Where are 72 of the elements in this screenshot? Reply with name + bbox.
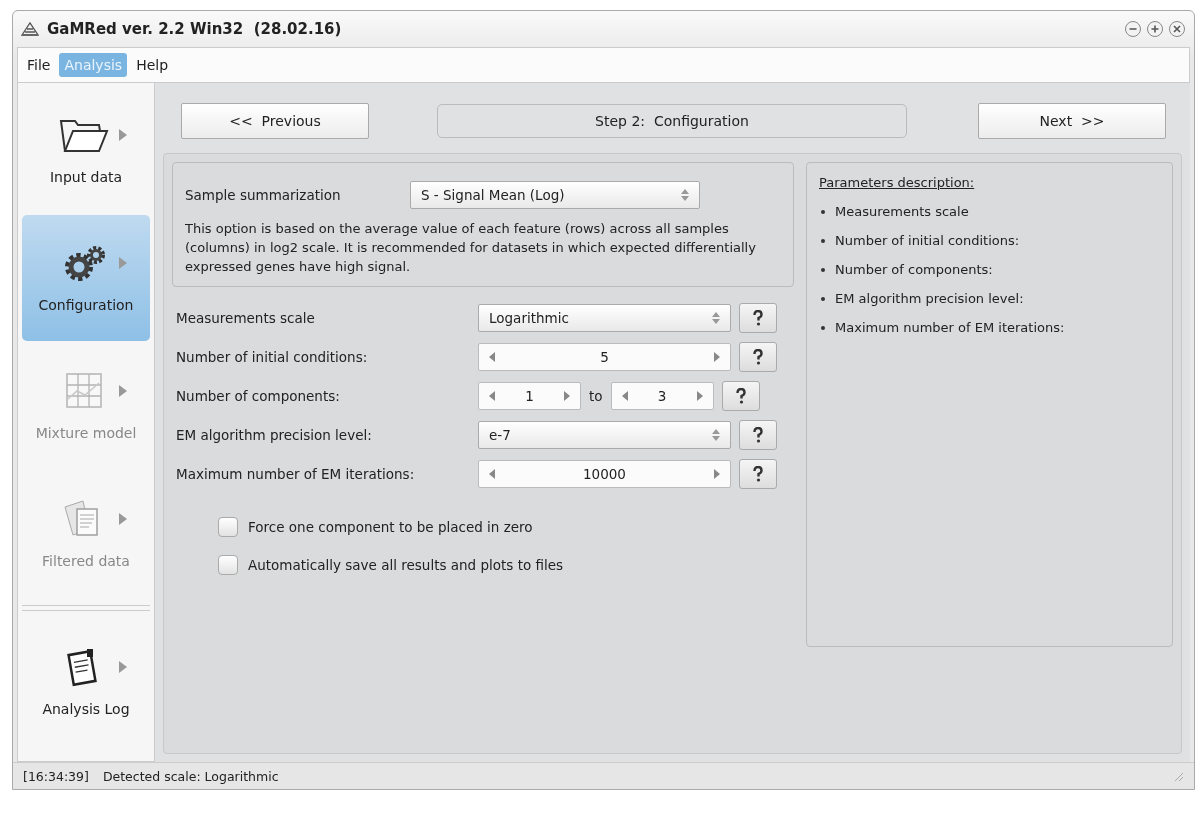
window-title: GaMRed ver. 2.2 Win32 (28.02.16) (47, 20, 342, 38)
description-item: Maximum number of EM iterations: (835, 320, 1065, 335)
left-arrow-icon[interactable] (489, 391, 495, 401)
maximize-icon[interactable] (1146, 20, 1164, 38)
caret-icon (119, 129, 127, 141)
status-message: Detected scale: Logarithmic (102, 768, 279, 784)
question-mark-icon (753, 427, 763, 443)
parameter-label: Measurements scale (176, 310, 316, 326)
help-button[interactable] (739, 459, 777, 489)
sidebar-item[interactable]: Analysis Log (22, 619, 150, 745)
next-button[interactable]: Next >> (978, 103, 1166, 139)
right-arrow-icon[interactable] (696, 391, 703, 401)
checkbox-label: Automatically save all results and plots to files (248, 557, 564, 573)
question-mark-icon (753, 466, 763, 482)
right-arrow-icon[interactable] (714, 469, 720, 479)
range-joiner: to (589, 388, 603, 404)
up-down-arrows-icon (712, 312, 720, 324)
bullet-icon (821, 209, 825, 214)
help-button[interactable] (739, 342, 777, 372)
description-item: Measurements scale (835, 204, 969, 219)
bullet-icon (821, 296, 825, 301)
description-item: Number of initial conditions: (835, 233, 1020, 248)
status-time: [16:34:39] (23, 768, 89, 784)
dropdown[interactable]: e-7 (478, 421, 731, 449)
caret-icon (119, 661, 127, 673)
step-indicator: Step 2: Configuration (437, 104, 907, 138)
up-down-arrows-icon (681, 189, 689, 201)
summarization-dropdown[interactable]: S - Signal Mean (Log) (410, 181, 700, 209)
caret-icon (119, 385, 127, 397)
parameter-label: Number of initial conditions: (176, 349, 369, 365)
menu-item[interactable]: Help (131, 53, 174, 77)
spinner-field[interactable]: 1 (478, 382, 581, 410)
menu-item[interactable]: File (22, 53, 56, 77)
sidebar-item[interactable]: Input data (22, 87, 150, 213)
spinner-field[interactable]: 10000 (478, 460, 731, 488)
left-arrow-icon[interactable] (621, 391, 628, 401)
sidebar-item[interactable]: Configuration (22, 215, 150, 341)
bullet-icon (821, 238, 825, 243)
checkbox[interactable] (218, 555, 238, 575)
resize-grip-icon[interactable] (1172, 770, 1184, 782)
previous-button[interactable]: << Previous (181, 103, 369, 139)
summarization-description: This option is based on the average value of each feature (rows) across all samples (columns) in log2 scale. It is recommended for datasets in which expected differentially expressed genes have high signal. (185, 220, 757, 276)
bullet-icon (821, 325, 825, 330)
checkbox-label: Force one component to be placed in zero (248, 519, 533, 535)
parameter-label: EM algorithm precision level: (176, 427, 373, 443)
description-item: EM algorithm precision level: (835, 291, 1024, 306)
help-button[interactable] (721, 381, 760, 411)
question-mark-icon (753, 349, 763, 365)
spinner-field[interactable]: 5 (478, 343, 731, 371)
parameter-label: Maximum number of EM iterations: (176, 466, 416, 482)
minimize-icon[interactable] (1124, 20, 1142, 38)
help-button[interactable] (739, 420, 777, 450)
close-icon[interactable] (1168, 20, 1186, 38)
app-logo-icon (21, 21, 39, 37)
parameter-label: Number of components: (176, 388, 341, 404)
checkbox[interactable] (218, 517, 238, 537)
description-item: Number of components: (835, 262, 993, 277)
question-mark-icon (753, 310, 763, 326)
question-mark-icon (735, 388, 746, 404)
description-title: Parameters description: (819, 175, 975, 190)
spinner-field[interactable]: 3 (610, 382, 714, 410)
caret-icon (119, 513, 127, 525)
caret-icon (119, 257, 127, 269)
right-arrow-icon[interactable] (564, 391, 570, 401)
left-arrow-icon[interactable] (489, 469, 495, 479)
left-arrow-icon[interactable] (489, 352, 495, 362)
help-button[interactable] (739, 303, 777, 333)
right-arrow-icon[interactable] (714, 352, 720, 362)
dropdown[interactable]: Logarithmic (478, 304, 731, 332)
bullet-icon (821, 267, 825, 272)
summarization-label: Sample summarization (185, 187, 342, 203)
up-down-arrows-icon (712, 429, 720, 441)
